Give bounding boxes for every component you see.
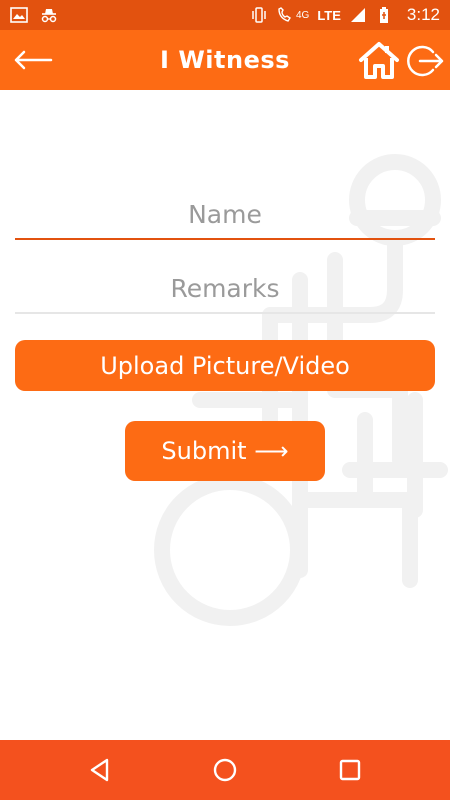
back-triangle-icon (90, 758, 109, 782)
status-left (10, 6, 58, 24)
app-bar: I Witness (0, 30, 450, 90)
remarks-input[interactable] (15, 264, 435, 314)
wifi-calling-icon (276, 6, 294, 24)
upload-picture-video-button[interactable]: Upload Picture/Video (15, 340, 435, 391)
nav-back-button[interactable] (85, 755, 115, 785)
battery-charging-icon (375, 6, 393, 24)
status-right: 4G LTE 3:12 (250, 5, 440, 25)
submit-button[interactable]: Submit ⟶ (125, 421, 325, 481)
nav-recents-button[interactable] (335, 755, 365, 785)
vibrate-icon (250, 6, 268, 24)
navigation-bar (0, 740, 450, 800)
image-icon (10, 6, 28, 24)
logout-icon (407, 45, 444, 77)
logout-button[interactable] (404, 42, 444, 80)
arrow-left-icon (14, 50, 53, 70)
home-button[interactable] (358, 40, 400, 80)
home-icon (359, 42, 399, 79)
status-time: 3:12 (406, 5, 440, 24)
network-label: 4G (295, 9, 310, 21)
incognito-icon (40, 6, 58, 24)
home-circle-icon (213, 758, 237, 782)
signal-icon (349, 6, 367, 24)
recents-square-icon (339, 759, 361, 781)
status-bar: 4G LTE 3:12 (0, 0, 450, 30)
nav-home-button[interactable] (210, 755, 240, 785)
lte-label: LTE (317, 7, 341, 23)
back-button[interactable] (10, 40, 56, 80)
name-input[interactable] (15, 190, 435, 240)
